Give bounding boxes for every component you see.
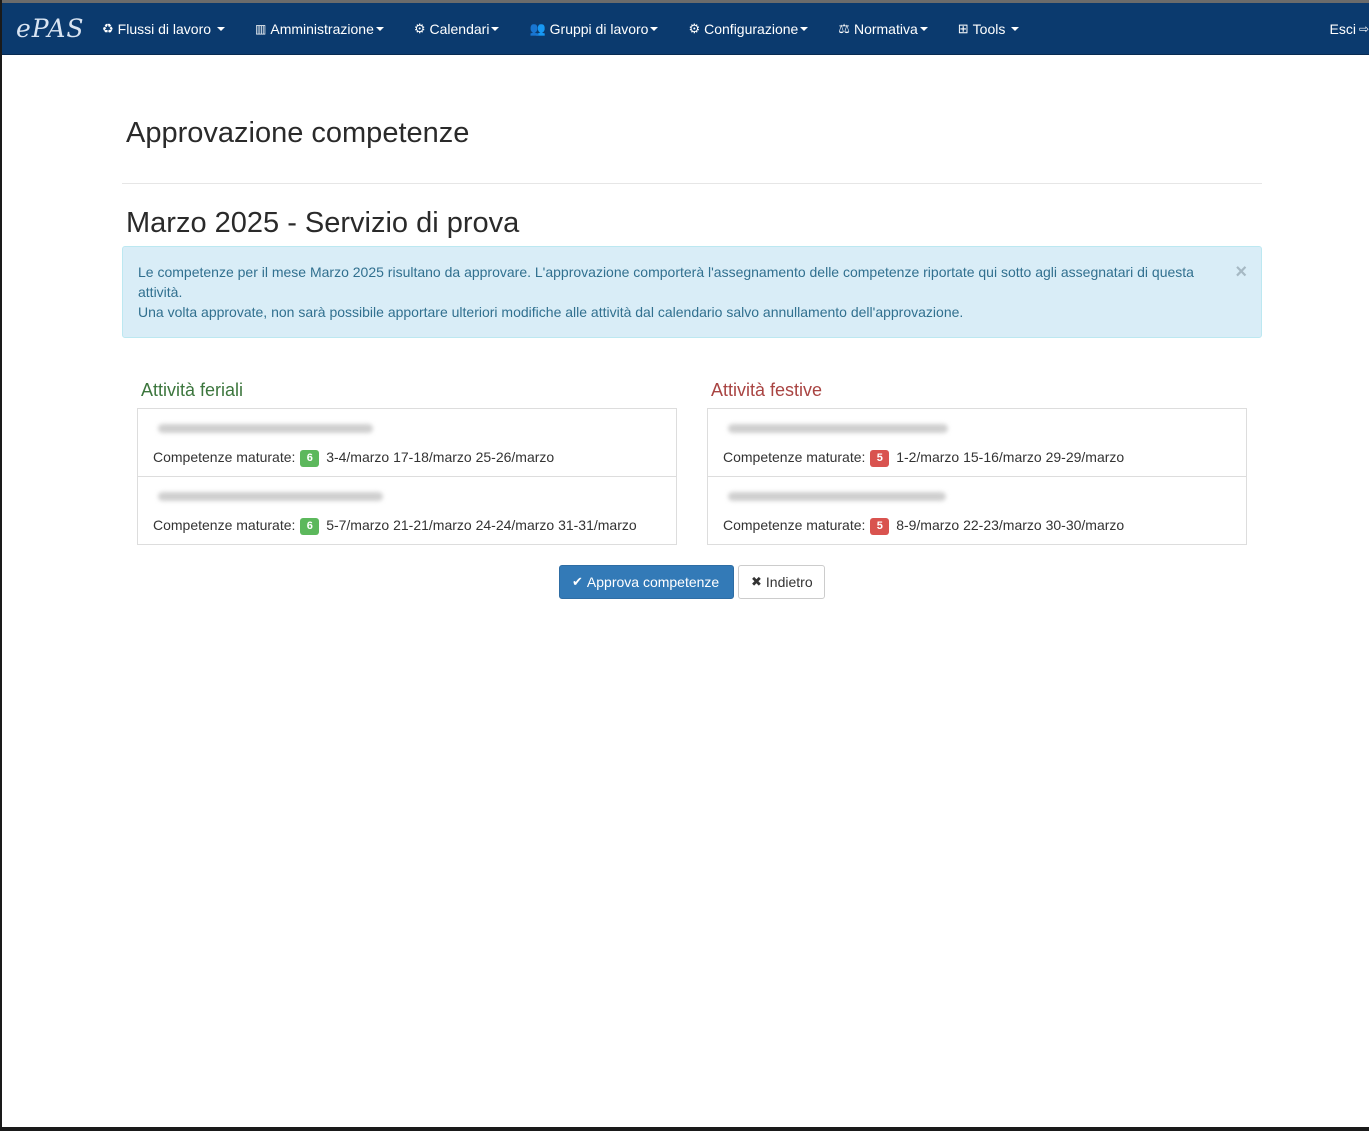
page-title: Approvazione competenze: [126, 117, 470, 149]
redacted-name: [158, 424, 373, 433]
brand-logo[interactable]: ePAS: [16, 14, 102, 43]
competenze-label: Competenze maturate:: [723, 449, 866, 465]
days-text: 8-9/marzo 22-23/marzo 30-30/marzo: [896, 517, 1125, 533]
back-label: Indietro: [765, 574, 813, 590]
festive-title: Attività festive: [711, 380, 823, 400]
medkit-icon: ⊞: [957, 20, 969, 36]
logout-label: Esci: [1329, 20, 1356, 37]
caret-down-icon: [800, 26, 809, 31]
count-badge: 5: [870, 450, 890, 467]
competenze-label: Competenze maturate:: [153, 517, 296, 533]
page-subtitle: Marzo 2025 - Servizio di prova: [126, 207, 520, 239]
close-icon: ✖: [751, 574, 762, 589]
logout-link[interactable]: Esci ⇨: [1329, 3, 1369, 54]
competenze-line: Competenze maturate: 5 8-9/marzo 22-23/m…: [723, 517, 1124, 535]
alert-line-1: Le competenze per il mese Marzo 2025 ris…: [138, 264, 1194, 300]
days-text: 3-4/marzo 17-18/marzo 25-26/marzo: [326, 449, 555, 465]
approve-label: Approva competenze: [586, 574, 720, 590]
redacted-name: [728, 492, 946, 501]
bar-chart-icon: ▥: [255, 21, 267, 36]
count-badge: 6: [300, 450, 320, 467]
caret-down-icon: [1011, 26, 1020, 31]
count-badge: 5: [870, 518, 890, 535]
nav-amministrazione[interactable]: ▥ Amministrazione: [255, 3, 384, 54]
competenze-line: Competenze maturate: 5 1-2/marzo 15-16/m…: [723, 449, 1124, 467]
caret-down-icon: [650, 26, 659, 31]
divider: [122, 183, 1262, 184]
balance-scale-icon: ⚖: [838, 20, 850, 36]
alert-text: Le competenze per il mese Marzo 2025 ris…: [138, 262, 1208, 322]
close-icon[interactable]: ×: [1235, 262, 1247, 282]
list-item: Competenze maturate: 6 3-4/marzo 17-18/m…: [138, 409, 676, 476]
nav-flussi-di-lavoro[interactable]: ♻ Flussi di lavoro: [102, 3, 226, 54]
nav-label: Calendari: [429, 20, 490, 37]
alert-line-2: Una volta approvate, non sarà possibile …: [138, 304, 964, 320]
nav-calendari[interactable]: ⚙ Calendari: [414, 3, 500, 54]
redacted-name: [728, 424, 948, 433]
nav-label: Tools: [972, 20, 1006, 37]
nav-label: Flussi di lavoro: [117, 20, 212, 37]
gear-icon: ⚙: [413, 20, 426, 36]
count-badge: 6: [300, 518, 320, 535]
sign-out-icon: ⇨: [1358, 21, 1369, 36]
competenze-line: Competenze maturate: 6 5-7/marzo 21-21/m…: [153, 517, 637, 535]
recycle-icon: ♻: [102, 20, 114, 36]
list-item: Competenze maturate: 5 1-2/marzo 15-16/m…: [708, 409, 1246, 476]
caret-down-icon: [919, 26, 928, 31]
nav-tools[interactable]: ⊞ Tools: [958, 3, 1020, 54]
caret-down-icon: [217, 26, 226, 31]
list-item: Competenze maturate: 5 8-9/marzo 22-23/m…: [708, 476, 1246, 544]
nav-label: Gruppi di lavoro: [549, 20, 649, 37]
festive-list: Competenze maturate: 5 1-2/marzo 15-16/m…: [707, 408, 1247, 545]
competenze-label: Competenze maturate:: [153, 449, 296, 465]
gear-icon: ⚙: [688, 20, 701, 36]
nav-normativa[interactable]: ⚖ Normativa: [838, 3, 928, 54]
approve-button[interactable]: ✔ Approva competenze: [559, 565, 734, 599]
back-button[interactable]: ✖ Indietro: [738, 565, 825, 599]
info-alert: Le competenze per il mese Marzo 2025 ris…: [122, 246, 1262, 338]
nav-configurazione[interactable]: ⚙ Configurazione: [688, 3, 809, 54]
caret-down-icon: [491, 26, 500, 31]
competenze-line: Competenze maturate: 6 3-4/marzo 17-18/m…: [153, 449, 554, 467]
nav-label: Amministrazione: [270, 20, 374, 37]
days-text: 1-2/marzo 15-16/marzo 29-29/marzo: [896, 449, 1125, 465]
feriali-title: Attività feriali: [141, 380, 244, 400]
nav-gruppi-di-lavoro[interactable]: 👥 Gruppi di lavoro: [529, 3, 659, 54]
nav-label: Configurazione: [704, 20, 799, 37]
list-item: Competenze maturate: 6 5-7/marzo 21-21/m…: [138, 476, 676, 544]
feriali-list: Competenze maturate: 6 3-4/marzo 17-18/m…: [137, 408, 677, 545]
days-text: 5-7/marzo 21-21/marzo 24-24/marzo 31-31/…: [326, 517, 637, 533]
competenze-label: Competenze maturate:: [723, 517, 866, 533]
redacted-name: [158, 492, 383, 501]
caret-down-icon: [375, 26, 384, 31]
nav-label: Normativa: [853, 20, 918, 37]
top-navbar: ePAS ♻ Flussi di lavoro ▥ Amministrazion…: [2, 3, 1369, 55]
check-icon: ✔: [572, 574, 583, 589]
app-window: ePAS ♻ Flussi di lavoro ▥ Amministrazion…: [2, 0, 1369, 1127]
users-icon: 👥: [529, 20, 546, 36]
